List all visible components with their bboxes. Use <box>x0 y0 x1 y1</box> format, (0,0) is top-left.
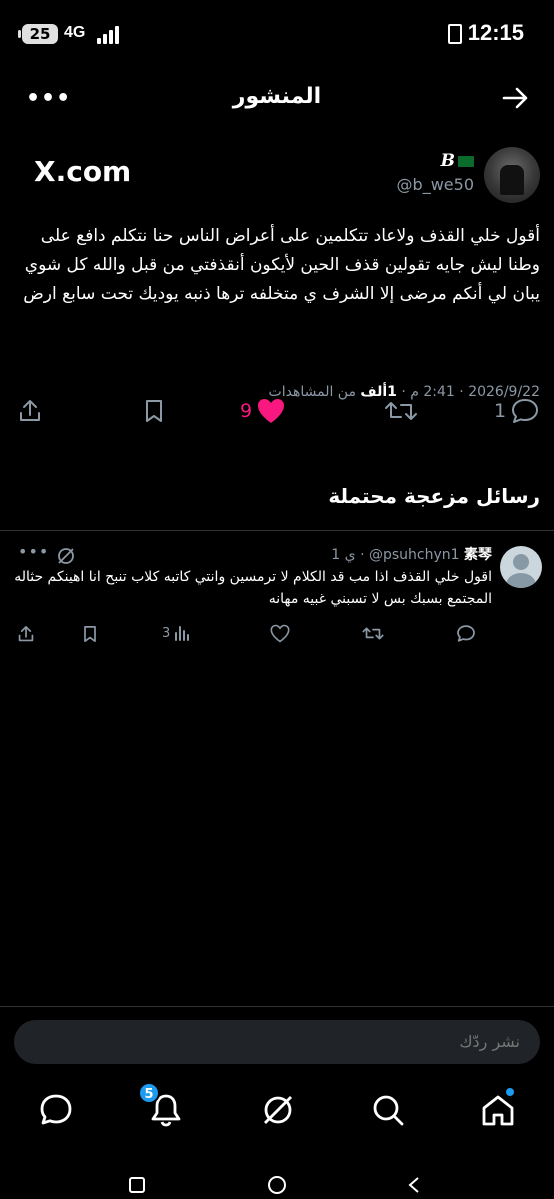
reply-views-button[interactable]: 3 <box>162 624 191 642</box>
tab-home[interactable] <box>478 1088 518 1130</box>
reply-actions: 3 <box>0 624 554 646</box>
grok-icon <box>264 1096 292 1124</box>
tab-notifications[interactable]: 5 <box>138 1082 186 1130</box>
tab-grok[interactable] <box>258 1090 298 1130</box>
reply-more-button[interactable]: ••• <box>18 542 49 561</box>
reply-views-count: 3 <box>162 625 171 641</box>
post-text: أقول خلي القذف ولاعاد تتكلمين على أعراض … <box>23 226 540 304</box>
share-button[interactable] <box>16 394 44 428</box>
bookmark-button[interactable] <box>140 394 168 428</box>
home-icon <box>482 1095 514 1126</box>
author-row: X.com B @b_we50 <box>20 145 540 205</box>
comment-icon <box>512 399 539 423</box>
like-button[interactable]: 9 <box>240 394 286 428</box>
reply-share-button[interactable] <box>16 624 36 644</box>
bottom-tab-bar: 5 <box>0 1080 554 1150</box>
system-nav-bar <box>0 1170 554 1199</box>
reply-age: 1 ي <box>331 547 356 563</box>
reply-comment-button[interactable] <box>456 624 476 643</box>
author-avatar[interactable] <box>484 147 540 203</box>
x-com-logo: X.com <box>34 155 132 188</box>
repost-icon <box>362 627 384 640</box>
heart-filled-icon <box>258 399 285 423</box>
reply-repost-button[interactable] <box>362 624 384 643</box>
network-type: 4G <box>64 24 86 41</box>
search-icon <box>373 1095 404 1126</box>
tab-messages[interactable] <box>36 1090 76 1130</box>
divider <box>0 530 554 531</box>
reply-input[interactable] <box>40 1032 520 1051</box>
reply-author-name[interactable]: 素琴 <box>464 547 492 563</box>
status-bar: 25 4G 12:15 <box>0 0 554 70</box>
tab-search[interactable] <box>368 1090 408 1130</box>
comment-icon <box>457 625 475 642</box>
author-handle[interactable]: @b_we50 <box>397 175 474 194</box>
back-arrow-icon[interactable] <box>500 82 532 114</box>
clock: 12:15 <box>467 20 524 45</box>
reply-header: 1 ي · @psuhchyn1 素琴 <box>331 547 492 563</box>
reply-count: 1 <box>494 400 507 422</box>
reply-like-button[interactable] <box>270 624 290 643</box>
notifications-badge: 5 <box>138 1082 160 1104</box>
like-count: 9 <box>240 400 253 422</box>
signal-icon <box>97 26 121 44</box>
grok-icon[interactable] <box>56 546 76 566</box>
page-title: المنشور <box>232 84 322 109</box>
reply-button[interactable]: 1 <box>494 394 540 428</box>
reply-handle[interactable]: @psuhchyn1 <box>369 547 460 563</box>
repost-button[interactable] <box>384 394 418 428</box>
author-name[interactable]: B <box>441 151 474 171</box>
section-title: رسائل مزعجة محتملة <box>328 484 540 508</box>
analytics-icon <box>175 626 190 641</box>
post-header: ••• المنشور <box>0 78 554 122</box>
battery-indicator: 25 <box>18 24 58 44</box>
saudi-flag-icon <box>458 156 474 167</box>
heart-icon <box>270 624 290 643</box>
system-nav-icons <box>129 1176 419 1194</box>
home-new-dot <box>506 1088 514 1096</box>
post-actions: 9 1 <box>0 394 554 430</box>
share-icon <box>18 626 34 642</box>
chat-icon <box>40 1094 72 1125</box>
reply-text: اقول خلي القذف اذا مب قد الكلام لا ترمسي… <box>14 569 492 607</box>
reply-bookmark-button[interactable] <box>80 624 100 644</box>
bookmark-icon <box>84 626 96 642</box>
reply-avatar[interactable] <box>500 546 542 588</box>
composer-divider <box>0 1006 554 1007</box>
sim-icon <box>448 24 462 44</box>
reply-item[interactable]: ••• 1 ي · @psuhchyn1 素琴 اقول خلي القذف ا… <box>0 540 554 650</box>
bookmark-icon <box>146 400 162 422</box>
share-icon <box>20 400 40 421</box>
reply-composer[interactable] <box>14 1020 540 1064</box>
repost-icon <box>385 402 417 420</box>
